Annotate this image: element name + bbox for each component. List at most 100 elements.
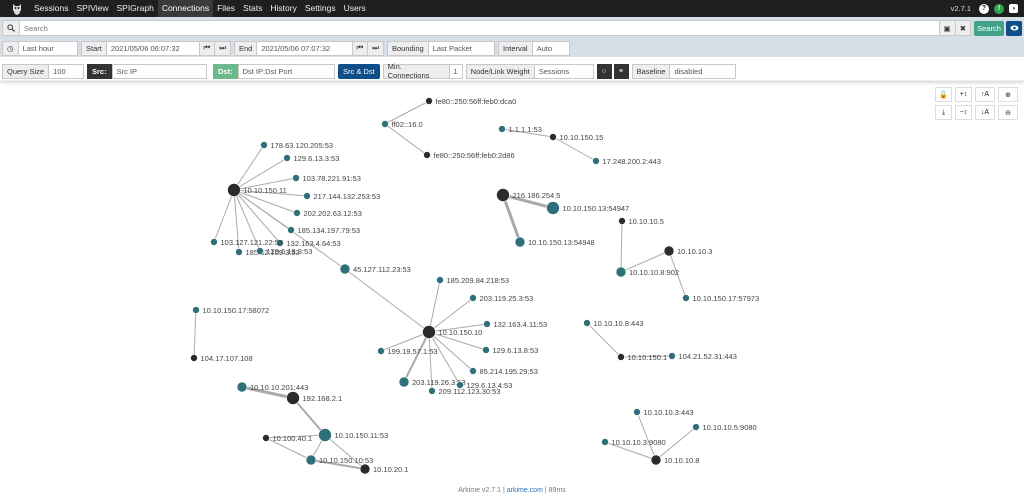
graph-node-circle[interactable] (650, 454, 662, 466)
search-button[interactable]: Search (974, 20, 1004, 36)
graph-node[interactable]: 85.214.195.29:53 (469, 367, 538, 376)
graph-node-circle[interactable] (668, 352, 676, 360)
nav-tab-spiview[interactable]: SPIView (73, 0, 113, 17)
graph-node-circle[interactable] (546, 201, 560, 215)
graph-node-circle[interactable] (305, 454, 317, 466)
graph-node-circle[interactable] (618, 217, 626, 225)
graph-node[interactable]: 104.21.52.31:443 (668, 352, 737, 361)
graph-node-circle[interactable] (423, 151, 431, 159)
graph-node[interactable]: 10.10.150.17:58072 (192, 306, 270, 315)
arkime-owl-logo-icon[interactable] (8, 0, 26, 17)
graph-node-circle[interactable] (236, 381, 248, 393)
graph-node-circle[interactable] (583, 319, 591, 327)
graph-node[interactable]: 216.186.254.5 (496, 188, 561, 202)
graph-node-circle[interactable] (549, 133, 557, 141)
help-icon[interactable]: ? (979, 3, 989, 14)
graph-node[interactable]: 45.127.112.23:53 (339, 263, 411, 275)
nav-tab-files[interactable]: Files (213, 0, 239, 17)
graph-node-circle[interactable] (682, 294, 690, 302)
graph-node[interactable]: 185.209.84.218:53 (436, 276, 510, 285)
nav-tab-users[interactable]: Users (340, 0, 370, 17)
graph-node-circle[interactable] (469, 294, 477, 302)
graph-node-circle[interactable] (192, 306, 200, 314)
save-icon[interactable]: ▣ (938, 21, 956, 35)
graph-node-circle[interactable] (422, 325, 436, 339)
graph-node-circle[interactable] (425, 97, 433, 105)
graph-node[interactable]: 217.144.132.253:53 (303, 192, 381, 201)
graph-node[interactable]: 10.10.10.8:443 (583, 319, 644, 328)
footer-link[interactable]: arkime.com (507, 487, 543, 494)
graph-node[interactable]: 104.17.107.108 (190, 354, 253, 363)
graph-node[interactable]: 1.1.1.1:53 (498, 125, 542, 134)
link-icon[interactable]: ⚭ (613, 63, 629, 79)
graph-node[interactable]: 10.10.10.5:9080 (692, 423, 757, 432)
graph-link[interactable] (344, 268, 430, 333)
graph-node[interactable]: 10.10.10.5 (618, 217, 664, 226)
graph-node[interactable]: 10.10.10.3 (663, 245, 712, 257)
start-prev-icon[interactable]: ⏮ (198, 41, 215, 55)
graph-node[interactable]: 10.10.150.13:54947 (546, 201, 630, 215)
graph-node[interactable]: 185.134.197.79:53 (287, 226, 361, 235)
graph-node-circle[interactable] (256, 247, 264, 255)
bounding-select[interactable]: Bounding Last Packet (387, 40, 495, 56)
connections-graph[interactable]: fe80::250:56ff:feb0:dca0ff02::16.0fe80::… (0, 85, 1024, 485)
graph-node[interactable]: 10.10.150.13:54948 (514, 236, 595, 248)
graph-link[interactable] (501, 194, 522, 243)
unlock-nodes-icon[interactable]: ○ (596, 63, 612, 79)
end-time-input[interactable]: 2021/05/06 07:07:32 (257, 44, 351, 53)
graph-link[interactable] (193, 309, 197, 359)
start-time-input[interactable]: 2021/05/06 06:07:32 (107, 44, 199, 53)
graph-node[interactable]: 10.10.150.10 (422, 325, 483, 339)
graph-link[interactable] (403, 331, 430, 383)
graph-node-circle[interactable] (615, 266, 627, 278)
graph-node[interactable]: 10.10.150.11 (227, 183, 287, 197)
graph-node[interactable]: 202.202.63.12:53 (293, 209, 362, 218)
src-field-input[interactable]: Src IP (111, 63, 207, 79)
start-next-icon[interactable]: ⏭ (214, 41, 230, 55)
graph-node[interactable]: 10.10.150.10:53 (305, 454, 373, 466)
graph-node[interactable]: 132.163.4.11:53 (483, 320, 548, 329)
graph-node-circle[interactable] (381, 120, 389, 128)
end-next-icon[interactable]: ⏭ (367, 41, 383, 55)
nav-tab-stats[interactable]: Stats (239, 0, 266, 17)
graph-node[interactable]: 10.10.150.11:53 (318, 428, 389, 442)
graph-node-circle[interactable] (318, 428, 332, 442)
graph-node[interactable]: 10.10.150.17:57973 (682, 294, 760, 303)
graph-node[interactable]: 209.112.123.30:53 (428, 387, 501, 396)
query-size-select[interactable]: Query Size 100 (2, 63, 84, 79)
graph-node[interactable]: 10.10.150.15 (549, 133, 604, 142)
graph-node-circle[interactable] (210, 238, 218, 246)
graph-node[interactable]: 10.10.10.3:443 (633, 408, 694, 417)
graph-link[interactable] (292, 397, 326, 436)
graph-node[interactable]: 10.10.150.1 (617, 353, 668, 362)
nav-tab-settings[interactable]: Settings (301, 0, 340, 17)
graph-node[interactable]: 17.248.200.2:443 (592, 157, 661, 166)
graph-node-circle[interactable] (617, 353, 625, 361)
graph-node-circle[interactable] (398, 376, 410, 388)
time-range-select[interactable]: ◷ Last hour (2, 40, 78, 56)
nav-tab-sessions[interactable]: Sessions (30, 0, 73, 17)
graph-node[interactable]: 203.119.26.3:53 (398, 376, 466, 388)
graph-node[interactable]: 10.100.40.1 (262, 434, 313, 443)
graph-node[interactable]: fe80::250:56ff:feb0:2d86 (423, 151, 515, 160)
graph-node[interactable]: 10.10.10.8:902 (615, 266, 679, 278)
graph-node-circle[interactable] (227, 183, 241, 197)
graph-node-circle[interactable] (482, 346, 490, 354)
graph-node-circle[interactable] (286, 391, 300, 405)
node-weight-select[interactable]: Node/Link Weight Sessions (465, 63, 594, 79)
graph-node-circle[interactable] (287, 226, 295, 234)
graph-node-circle[interactable] (483, 320, 491, 328)
graph-node[interactable]: 129.6.13.8:53 (482, 346, 539, 355)
graph-node-circle[interactable] (428, 387, 436, 395)
graph-link[interactable] (233, 144, 265, 191)
src-dst-button[interactable]: Src & Dst (338, 63, 380, 79)
graph-node-circle[interactable] (359, 463, 371, 475)
graph-node[interactable]: 178.63.120.205:53 (260, 141, 334, 150)
theme-toggle-icon[interactable]: ◑ (1009, 4, 1018, 13)
graph-node-circle[interactable] (283, 154, 291, 162)
graph-node[interactable]: 103.127.121.22:53 (210, 238, 284, 247)
graph-node-circle[interactable] (633, 408, 641, 416)
graph-node-circle[interactable] (601, 438, 609, 446)
graph-node-circle[interactable] (436, 276, 444, 284)
graph-node-circle[interactable] (514, 236, 526, 248)
